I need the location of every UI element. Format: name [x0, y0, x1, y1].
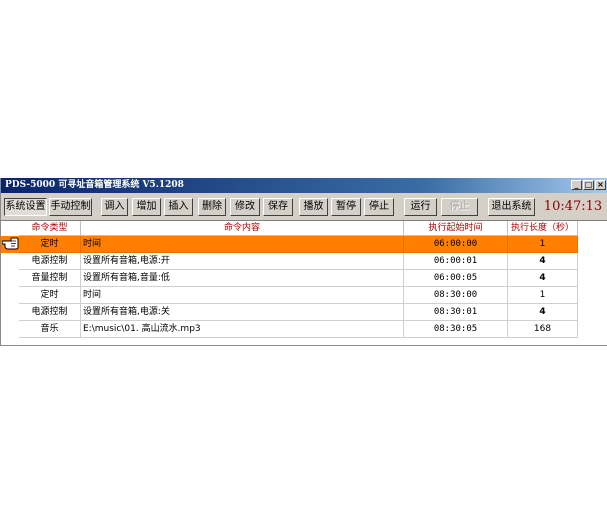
col-header-content[interactable]: 命令内容 — [81, 221, 404, 236]
cell-content: 设置所有音箱,电源:关 — [81, 304, 404, 321]
table-row[interactable]: 音量控制 设置所有音箱,音量:低 06:00:05 4 — [1, 270, 578, 287]
cell-content: 时间 — [81, 236, 404, 253]
cell-start-time: 08:30:01 — [404, 304, 508, 321]
stop-button[interactable]: 停止 — [364, 198, 394, 216]
load-button[interactable]: 调入 — [101, 198, 128, 216]
window-title: PDS-5000 可寻址音箱管理系统 V5.1208 — [5, 180, 184, 190]
cell-duration: 168 — [508, 321, 578, 338]
cell-duration: 1 — [508, 287, 578, 304]
cell-start-time: 08:30:05 — [404, 321, 508, 338]
cell-start-time: 06:00:01 — [404, 253, 508, 270]
stop-run-button[interactable]: 停止 — [441, 198, 478, 216]
pointing-hand-icon — [2, 237, 19, 250]
toolbar: 系统设置 手动控制 调入 增加 插入 删除 修改 保存 播放 暂停 停止 运行 … — [1, 193, 607, 221]
col-header-start-time[interactable]: 执行起始时间 — [404, 221, 508, 236]
run-button[interactable]: 运行 — [404, 198, 437, 216]
table-row[interactable]: 音乐 E:\music\01. 高山流水.mp3 08:30:05 168 — [1, 321, 578, 338]
maximize-button[interactable]: □ — [583, 180, 594, 190]
table-row[interactable]: 电源控制 设置所有音箱,电源:开 06:00:01 4 — [1, 253, 578, 270]
cell-type: 音乐 — [19, 321, 81, 338]
manual-control-button[interactable]: 手动控制 — [49, 198, 92, 216]
col-header-type[interactable]: 命令类型 — [19, 221, 81, 236]
window-controls: _ □ × — [571, 180, 606, 190]
save-button[interactable]: 保存 — [263, 198, 293, 216]
cell-duration: 1 — [508, 236, 578, 253]
cell-duration: 4 — [508, 304, 578, 321]
cell-start-time: 06:00:00 — [404, 236, 508, 253]
cell-content: 设置所有音箱,音量:低 — [81, 270, 404, 287]
cell-type: 定时 — [19, 287, 81, 304]
cell-type: 电源控制 — [19, 304, 81, 321]
cell-content: E:\music\01. 高山流水.mp3 — [81, 321, 404, 338]
table-row[interactable]: 定时 时间 08:30:00 1 — [1, 287, 578, 304]
cell-duration: 4 — [508, 253, 578, 270]
clock-display: 10:47:13 — [543, 199, 603, 214]
edit-button[interactable]: 修改 — [230, 198, 260, 216]
add-button[interactable]: 增加 — [132, 198, 161, 216]
system-settings-button[interactable]: 系统设置 — [4, 198, 47, 216]
play-button[interactable]: 播放 — [299, 198, 328, 216]
cell-start-time: 08:30:00 — [404, 287, 508, 304]
cell-type: 电源控制 — [19, 253, 81, 270]
table-row[interactable]: 电源控制 设置所有音箱,电源:关 08:30:01 4 — [1, 304, 578, 321]
cell-content: 设置所有音箱,电源:开 — [81, 253, 404, 270]
pause-button[interactable]: 暂停 — [331, 198, 361, 216]
delete-button[interactable]: 删除 — [198, 198, 226, 216]
cell-type: 音量控制 — [19, 270, 81, 287]
cell-start-time: 06:00:05 — [404, 270, 508, 287]
cell-duration: 4 — [508, 270, 578, 287]
minimize-button[interactable]: _ — [571, 180, 582, 190]
col-header-duration[interactable]: 执行长度（秒） — [508, 221, 578, 236]
cell-type: 定时 — [19, 236, 81, 253]
exit-system-button[interactable]: 退出系统 — [488, 198, 535, 216]
app-window: PDS-5000 可寻址音箱管理系统 V5.1208 _ □ × 系统设置 手动… — [0, 178, 607, 346]
insert-button[interactable]: 插入 — [164, 198, 193, 216]
cell-content: 时间 — [81, 287, 404, 304]
title-bar[interactable]: PDS-5000 可寻址音箱管理系统 V5.1208 _ □ × — [1, 178, 607, 193]
close-button[interactable]: × — [595, 180, 606, 190]
table-row-selected[interactable]: 定时 时间 06:00:00 1 — [1, 236, 578, 253]
